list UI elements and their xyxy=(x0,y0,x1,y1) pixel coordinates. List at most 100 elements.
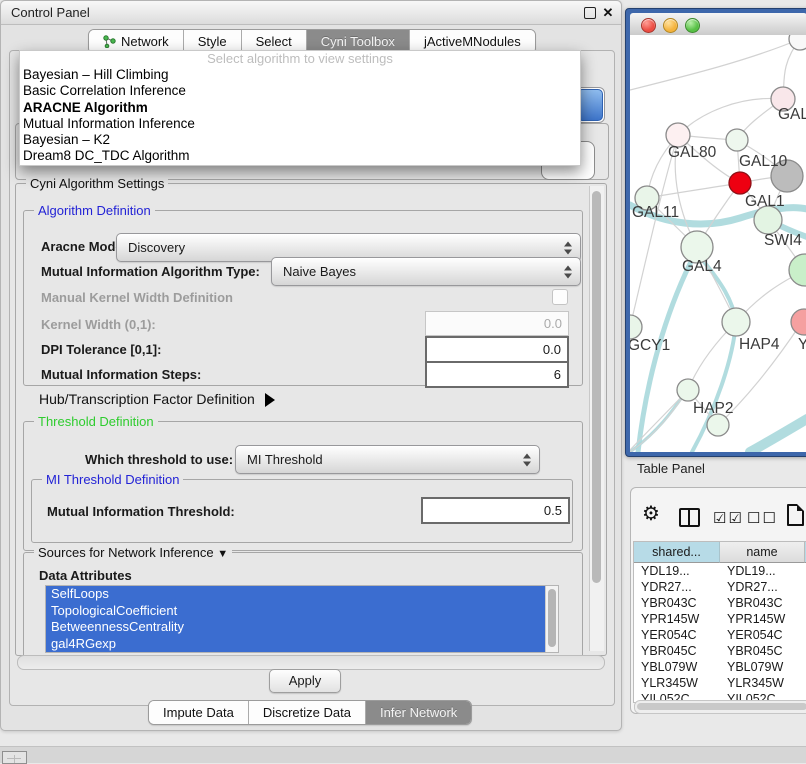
table-row[interactable]: YBR043CYBR043C xyxy=(634,595,806,611)
table-cell[interactable]: YDR27... xyxy=(634,579,720,595)
scrollbar-thumb[interactable] xyxy=(592,191,601,583)
which-threshold-combo[interactable]: MI Threshold xyxy=(235,445,540,474)
window-title: Control Panel xyxy=(11,1,90,24)
network-node-hap2[interactable] xyxy=(677,379,699,401)
data-attributes-label: Data Attributes xyxy=(39,568,132,583)
combo-stepper-icon xyxy=(564,241,573,254)
table-cell[interactable]: YBL079W xyxy=(720,659,805,675)
table-row[interactable]: YPR145WYPR145W9. xyxy=(634,611,806,627)
network-canvas[interactable]: GALGAL80GAL10GAL1GAL11SWI4GAL4GCY1HAP4YH… xyxy=(630,35,806,452)
algorithm-option-dream8-dc-tdc-algorithm[interactable]: Dream8 DC_TDC Algorithm xyxy=(20,148,580,164)
table-cell[interactable]: YDL19... xyxy=(720,563,805,579)
dpi-tolerance-field[interactable]: 0.0 xyxy=(425,336,569,363)
mi-type-combo[interactable]: Naive Bayes xyxy=(271,257,581,286)
table-row[interactable]: YBL079WYBL079W xyxy=(634,659,806,675)
table-row[interactable]: YDR27...YDR27...12 xyxy=(634,579,806,595)
expand-arrow-icon[interactable] xyxy=(265,393,275,407)
table-cell[interactable]: YDR27... xyxy=(720,579,805,595)
algorithm-option-bayesian-hill-climbing[interactable]: Bayesian – Hill Climbing xyxy=(20,67,580,83)
algorithm-option-aracne-algorithm[interactable]: ARACNE Algorithm xyxy=(20,100,580,116)
column-header-name[interactable]: name xyxy=(720,542,805,563)
scrollbar-thumb[interactable] xyxy=(637,703,806,710)
table-cell[interactable]: YDL19... xyxy=(634,563,720,579)
attribute-item-topologicalcoefficient[interactable]: TopologicalCoefficient xyxy=(46,603,558,620)
settings-horizontal-scrollbar[interactable] xyxy=(17,655,605,670)
table-cell[interactable]: YPR145W xyxy=(720,611,805,627)
attribute-item-betweennesscentrality[interactable]: BetweennessCentrality xyxy=(46,619,558,636)
network-node-gal10[interactable] xyxy=(726,129,748,151)
data-attributes-list[interactable]: SelfLoopsTopologicalCoefficientBetweenne… xyxy=(45,585,559,653)
mi-threshold-field[interactable]: 0.5 xyxy=(421,497,570,524)
network-node-top-partial[interactable] xyxy=(789,35,806,50)
node-label-gal4: GAL4 xyxy=(682,258,722,275)
tab-impute-data-label: Impute Data xyxy=(163,705,234,720)
network-node-hap4[interactable] xyxy=(722,308,750,336)
table-cell[interactable]: YBR043C xyxy=(720,595,805,611)
tab-style-label: Style xyxy=(198,34,227,49)
collapse-arrow-icon[interactable]: ▼ xyxy=(217,548,228,560)
bottom-status-band xyxy=(0,746,806,763)
network-node-bottom-node[interactable] xyxy=(707,414,729,436)
network-node-gcy1[interactable] xyxy=(630,315,642,339)
attribute-item-selfloops[interactable]: SelfLoops xyxy=(46,586,558,603)
table-cell[interactable]: YER054C xyxy=(720,627,805,643)
algorithm-dropdown-popup: Select algorithm to view settings Bayesi… xyxy=(19,50,581,166)
control-panel-titlebar[interactable]: Control Panel ✕ xyxy=(1,1,621,25)
checked-pair-icon[interactable]: ☑☑ xyxy=(713,509,744,527)
tab-infer-network-label: Infer Network xyxy=(380,705,457,720)
table-cell[interactable]: YBR045C xyxy=(634,643,720,659)
split-columns-icon[interactable] xyxy=(679,508,700,527)
table-cell[interactable]: YER054C xyxy=(634,627,720,643)
table-cell[interactable]: YLR345W xyxy=(720,675,805,691)
table-row[interactable]: YBR045CYBR045C9. xyxy=(634,643,806,659)
scrollbar-thumb[interactable] xyxy=(548,589,556,647)
float-window-icon[interactable] xyxy=(584,7,596,19)
table-cell[interactable]: YLR345W xyxy=(634,675,720,691)
hub-definition-expander[interactable]: Hub/Transcription Factor Definition xyxy=(39,391,275,407)
table-header-row: shared...name xyxy=(634,542,806,563)
close-traffic-light-icon[interactable] xyxy=(641,18,656,33)
table-cell[interactable]: YBR045C xyxy=(720,643,805,659)
table-row[interactable]: YDL19...YDL19...13 xyxy=(634,563,806,579)
tab-infer-network[interactable]: Infer Network xyxy=(366,701,471,724)
which-threshold-label: Which threshold to use: xyxy=(85,452,233,467)
kernel-width-label: Kernel Width (0,1): xyxy=(41,317,156,332)
network-window: GALGAL80GAL10GAL1GAL11SWI4GAL4GCY1HAP4YH… xyxy=(625,8,806,457)
attribute-item-gal4rgexp[interactable]: gal4RGexp xyxy=(46,636,558,653)
network-node-red-node[interactable] xyxy=(729,172,751,194)
algorithm-option-bayesian-k2[interactable]: Bayesian – K2 xyxy=(20,132,580,148)
tab-discretize-data[interactable]: Discretize Data xyxy=(249,701,366,724)
table-row[interactable]: YER054CYER054C8. xyxy=(634,627,806,643)
settings-vertical-scrollbar[interactable] xyxy=(589,186,604,651)
threshold-definition-title: Threshold Definition xyxy=(34,414,158,429)
list-vertical-scrollbar[interactable] xyxy=(545,586,559,652)
document-icon[interactable] xyxy=(787,504,804,526)
table-cell[interactable]: YPR145W xyxy=(634,611,720,627)
kernel-width-field[interactable]: 0.0 xyxy=(425,311,569,336)
column-header-shared-[interactable]: shared... xyxy=(634,542,720,563)
minimize-traffic-light-icon[interactable] xyxy=(663,18,678,33)
network-node-salmon[interactable] xyxy=(791,309,806,335)
apply-button[interactable]: Apply xyxy=(269,669,341,693)
mi-type-value: Naive Bayes xyxy=(283,264,356,279)
table-cell[interactable]: YBR043C xyxy=(634,595,720,611)
table-cell[interactable]: YBL079W xyxy=(634,659,720,675)
manual-kernel-checkbox[interactable] xyxy=(552,289,568,305)
combo-stepper-icon xyxy=(564,265,573,278)
gear-icon[interactable]: ⚙ xyxy=(642,504,660,524)
table-row[interactable]: YLR345WYLR345W9. xyxy=(634,675,806,691)
tab-jactivemnodules-label: jActiveMNodules xyxy=(424,34,521,49)
network-node-gal1[interactable] xyxy=(754,206,782,234)
mi-steps-field[interactable]: 6 xyxy=(425,361,569,388)
table-horizontal-scrollbar[interactable] xyxy=(634,700,806,714)
tab-impute-data[interactable]: Impute Data xyxy=(149,701,249,724)
algorithm-option-basic-correlation-inference[interactable]: Basic Correlation Inference xyxy=(20,83,580,99)
sources-group-title[interactable]: Sources for Network Inference ▼ xyxy=(34,545,232,560)
network-window-titlebar[interactable] xyxy=(630,13,806,36)
unchecked-pair-icon[interactable]: ☐☐ xyxy=(747,509,778,527)
network-node-green-big[interactable] xyxy=(789,254,806,286)
tool-launcher-icon[interactable] xyxy=(2,751,27,764)
close-icon[interactable]: ✕ xyxy=(600,3,616,23)
zoom-traffic-light-icon[interactable] xyxy=(685,18,700,33)
algorithm-option-mutual-information-inference[interactable]: Mutual Information Inference xyxy=(20,116,580,132)
